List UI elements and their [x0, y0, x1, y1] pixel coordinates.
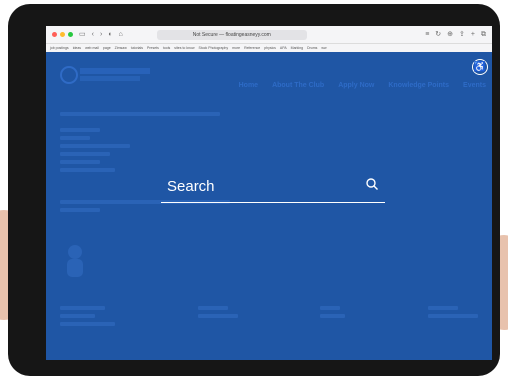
- site-logo-text: [80, 68, 150, 74]
- footer-line: [427, 314, 478, 318]
- content-line: [60, 160, 100, 164]
- reader-icon[interactable]: ≡: [425, 31, 429, 38]
- search-input[interactable]: Search: [167, 178, 215, 195]
- nav-item-apply[interactable]: Apply Now: [338, 82, 374, 89]
- browser-titlebar: ▭ ‹ › ◐ ⌂ Not Secure — floatingeasneyy.c…: [46, 26, 492, 43]
- content-line: [60, 144, 130, 148]
- footer-line: [60, 322, 115, 326]
- bookmark-item[interactable]: Zimsaw: [115, 46, 127, 50]
- new-tab-icon[interactable]: +: [471, 31, 475, 38]
- home-icon[interactable]: ⌂: [119, 31, 123, 38]
- accessibility-icon[interactable]: ♿: [472, 59, 488, 75]
- bookmark-item[interactable]: physics: [264, 46, 276, 50]
- bookmark-item[interactable]: Reference: [244, 46, 260, 50]
- tablet-screen: ▭ ‹ › ◐ ⌂ Not Secure — floatingeasneyy.c…: [46, 26, 492, 360]
- back-icon[interactable]: ‹: [92, 31, 94, 38]
- footer-line: [197, 306, 228, 310]
- zoom-window-button[interactable]: [68, 32, 73, 37]
- nav-item-about[interactable]: About The Club: [272, 82, 324, 89]
- footer: [60, 306, 478, 326]
- nav-item-events[interactable]: Events: [463, 82, 486, 89]
- breadcrumb: [60, 112, 220, 116]
- bookmark-item[interactable]: ideas: [73, 46, 81, 50]
- footer-line: [60, 306, 105, 310]
- download-icon[interactable]: ⊕: [447, 31, 453, 38]
- bookmark-item[interactable]: sites to know: [174, 46, 194, 50]
- search-overlay[interactable]: Search: [161, 174, 385, 203]
- bookmark-item[interactable]: web mail: [85, 46, 99, 50]
- bookmark-item[interactable]: Presets: [147, 46, 159, 50]
- bookmarks-bar: job postings ideas web mail page Zimsaw …: [46, 43, 492, 52]
- site-logo-subtext: [80, 76, 140, 81]
- privacy-shield-icon[interactable]: ◐: [108, 31, 112, 38]
- bookmark-item[interactable]: tutorials: [131, 46, 143, 50]
- forward-icon[interactable]: ›: [100, 31, 102, 38]
- mascot-image: [67, 245, 83, 277]
- footer-line: [320, 314, 346, 318]
- bookmark-item[interactable]: Marking: [291, 46, 303, 50]
- content-line: [60, 168, 115, 172]
- bookmark-item[interactable]: Stock Photography: [199, 46, 229, 50]
- nav-item-home[interactable]: Home: [239, 82, 258, 89]
- footer-line: [320, 306, 341, 310]
- footer-line: [197, 314, 238, 318]
- content-line: [60, 136, 90, 140]
- nav-item-knowledge[interactable]: Knowledge Points: [388, 82, 449, 89]
- content-line: [60, 152, 110, 156]
- close-window-button[interactable]: [52, 32, 57, 37]
- bookmark-item[interactable]: Drums: [307, 46, 317, 50]
- webpage: Home About The Club Apply Now Knowledge …: [46, 52, 492, 360]
- site-logo-icon[interactable]: [60, 66, 78, 84]
- bookmark-item[interactable]: APA: [280, 46, 287, 50]
- refresh-icon[interactable]: ↻: [435, 31, 441, 38]
- tab-overview-icon[interactable]: ⧉: [481, 31, 486, 38]
- bookmark-item[interactable]: ww: [321, 46, 326, 50]
- address-bar[interactable]: Not Secure — floatingeasneyy.com: [156, 29, 307, 40]
- address-text: Not Secure — floatingeasneyy.com: [192, 31, 271, 38]
- minimize-window-button[interactable]: [60, 32, 65, 37]
- window-controls: [52, 32, 73, 37]
- bookmark-item[interactable]: tools: [163, 46, 170, 50]
- footer-line: [60, 314, 95, 318]
- tablet-frame: ▭ ‹ › ◐ ⌂ Not Secure — floatingeasneyy.c…: [8, 4, 500, 376]
- search-icon[interactable]: [365, 177, 379, 191]
- bookmark-item[interactable]: job postings: [50, 46, 69, 50]
- content-line: [60, 208, 100, 212]
- content-line: [60, 128, 100, 132]
- bookmark-item[interactable]: more: [232, 46, 240, 50]
- footer-line: [427, 306, 458, 310]
- sidebar-toggle-icon[interactable]: ▭: [79, 31, 86, 38]
- share-icon[interactable]: ⇪: [459, 31, 465, 38]
- bookmark-item[interactable]: page: [103, 46, 111, 50]
- main-nav: Home About The Club Apply Now Knowledge …: [239, 82, 486, 89]
